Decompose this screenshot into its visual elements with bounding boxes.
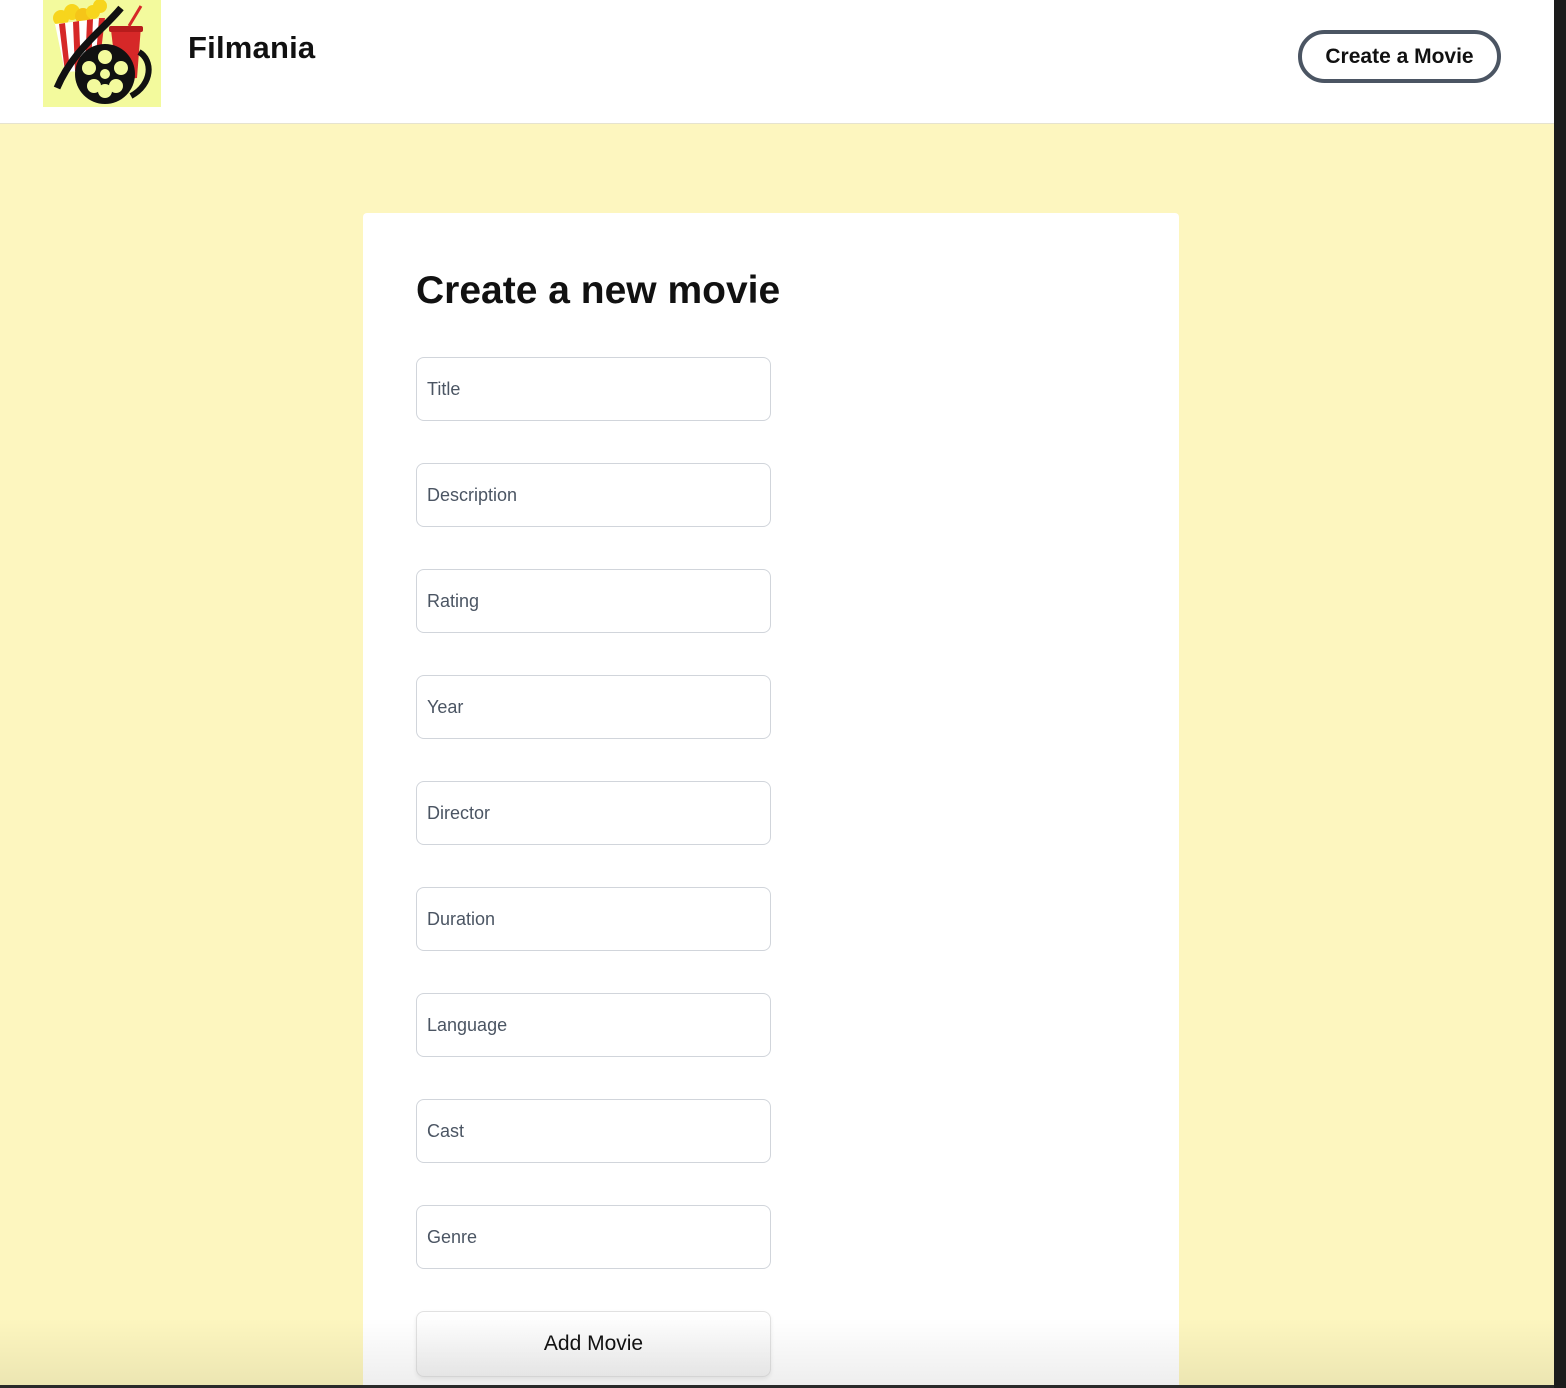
description-input[interactable] [416, 463, 771, 527]
year-input[interactable] [416, 675, 771, 739]
brand-name[interactable]: Filmania [188, 30, 315, 66]
language-input[interactable] [416, 993, 771, 1057]
title-input[interactable] [416, 357, 771, 421]
create-movie-form-card: Create a new movie Add Movie [363, 213, 1179, 1388]
popcorn-film-reel-logo-icon[interactable] [43, 0, 161, 107]
cast-input[interactable] [416, 1099, 771, 1163]
create-movie-nav-button[interactable]: Create a Movie [1298, 30, 1501, 83]
add-movie-button[interactable]: Add Movie [416, 1311, 771, 1377]
form-title: Create a new movie [416, 269, 781, 312]
window-edge [1554, 0, 1566, 1388]
duration-input[interactable] [416, 887, 771, 951]
genre-input[interactable] [416, 1205, 771, 1269]
rating-input[interactable] [416, 569, 771, 633]
navbar: Filmania Create a Movie [0, 0, 1554, 124]
director-input[interactable] [416, 781, 771, 845]
